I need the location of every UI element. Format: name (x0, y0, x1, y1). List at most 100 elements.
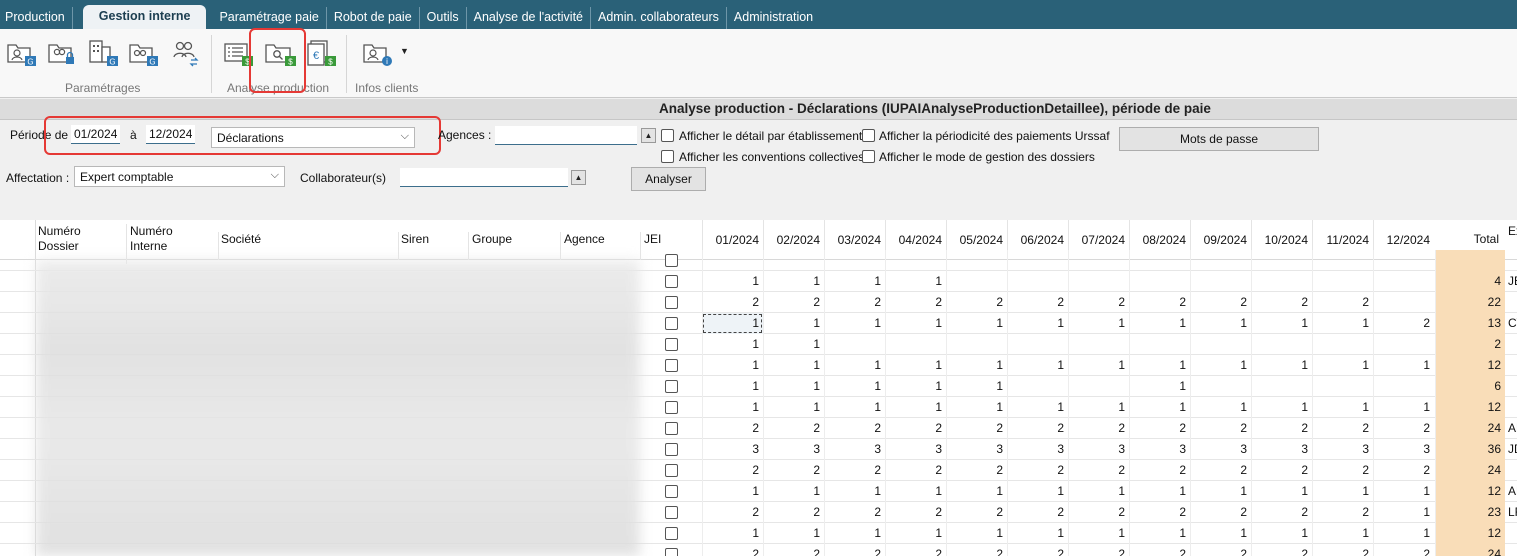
month-cell[interactable] (1312, 376, 1373, 397)
mode-gestion-checkbox[interactable] (862, 150, 875, 163)
month-cell[interactable]: 2 (946, 460, 1007, 481)
month-cell[interactable]: 3 (885, 439, 946, 460)
month-cell[interactable]: 1 (702, 334, 763, 355)
month-cell[interactable]: 1 (1068, 523, 1129, 544)
month-cell[interactable]: 1 (885, 271, 946, 292)
month-cell[interactable]: 2 (824, 292, 885, 313)
month-cell[interactable]: 1 (763, 334, 824, 355)
month-cell[interactable]: 2 (1312, 502, 1373, 523)
month-cell[interactable]: 2 (1312, 418, 1373, 439)
month-cell[interactable] (1129, 250, 1190, 271)
jei-checkbox[interactable] (665, 359, 678, 372)
month-cell[interactable]: 1 (946, 376, 1007, 397)
month-cell[interactable]: 1 (1251, 523, 1312, 544)
month-cell[interactable]: 1 (1068, 355, 1129, 376)
month-cell[interactable]: 1 (824, 313, 885, 334)
month-cell[interactable]: 1 (1129, 523, 1190, 544)
month-cell[interactable]: 2 (1068, 502, 1129, 523)
month-cell[interactable] (1068, 250, 1129, 271)
month-cell[interactable]: 2 (1312, 460, 1373, 481)
month-cell[interactable] (702, 250, 763, 271)
month-cell[interactable]: 2 (1190, 544, 1251, 556)
tab-analyse-activite[interactable]: Analyse de l'activité (467, 7, 592, 29)
jei-checkbox[interactable] (665, 254, 678, 267)
month-cell[interactable]: 1 (946, 355, 1007, 376)
month-cell[interactable] (1373, 376, 1434, 397)
month-cell[interactable]: 2 (1068, 544, 1129, 556)
month-cell[interactable]: 1 (1373, 481, 1434, 502)
month-cell[interactable]: 2 (1068, 292, 1129, 313)
month-cell[interactable]: 2 (824, 544, 885, 556)
month-cell[interactable]: 1 (1068, 397, 1129, 418)
month-cell[interactable]: 2 (1251, 418, 1312, 439)
month-cell[interactable]: 1 (1251, 397, 1312, 418)
jei-checkbox[interactable] (665, 443, 678, 456)
month-cell[interactable]: 3 (1129, 439, 1190, 460)
agences-picker-button[interactable]: ▲ (641, 128, 656, 143)
month-cell[interactable]: 1 (885, 481, 946, 502)
month-cell[interactable]: 2 (946, 418, 1007, 439)
month-cell[interactable]: 3 (1312, 439, 1373, 460)
month-cell[interactable]: 2 (1373, 460, 1434, 481)
month-cell[interactable]: 2 (1373, 544, 1434, 556)
month-cell[interactable]: 1 (763, 355, 824, 376)
month-cell[interactable] (1312, 271, 1373, 292)
month-cell[interactable]: 1 (763, 376, 824, 397)
month-cell[interactable]: 1 (885, 523, 946, 544)
month-cell[interactable]: 2 (1007, 544, 1068, 556)
month-cell[interactable]: 1 (885, 313, 946, 334)
month-cell[interactable]: 1 (1373, 397, 1434, 418)
month-cell[interactable]: 1 (1190, 313, 1251, 334)
month-cell[interactable] (1373, 334, 1434, 355)
month-cell[interactable]: 1 (1373, 502, 1434, 523)
month-cell[interactable]: 2 (1129, 292, 1190, 313)
jei-checkbox[interactable] (665, 317, 678, 330)
month-cell[interactable] (1373, 271, 1434, 292)
month-cell[interactable] (1251, 250, 1312, 271)
month-cell[interactable]: 1 (1312, 523, 1373, 544)
jei-checkbox[interactable] (665, 485, 678, 498)
month-cell[interactable]: 2 (763, 418, 824, 439)
month-cell[interactable]: 1 (1312, 397, 1373, 418)
month-cell[interactable]: 1 (1312, 313, 1373, 334)
month-cell[interactable]: 1 (946, 397, 1007, 418)
tab-parametrage-paie[interactable]: Paramétrage paie (212, 7, 327, 29)
month-cell[interactable]: 2 (885, 502, 946, 523)
month-cell[interactable]: 1 (1007, 313, 1068, 334)
collaborateur-picker-button[interactable]: ▲ (571, 170, 586, 185)
month-cell[interactable]: 1 (763, 481, 824, 502)
month-cell[interactable]: 2 (1251, 460, 1312, 481)
month-cell[interactable]: 2 (1190, 418, 1251, 439)
month-cell[interactable]: 2 (1190, 292, 1251, 313)
month-cell[interactable]: 3 (1068, 439, 1129, 460)
month-cell[interactable]: 2 (1251, 502, 1312, 523)
month-cell[interactable]: 1 (702, 481, 763, 502)
month-cell[interactable]: 1 (824, 376, 885, 397)
month-cell[interactable]: 2 (1251, 544, 1312, 556)
month-cell[interactable]: 1 (1190, 397, 1251, 418)
month-cell[interactable]: 1 (885, 355, 946, 376)
collaborateur-input[interactable] (400, 168, 568, 187)
month-cell[interactable]: 3 (824, 439, 885, 460)
month-cell[interactable]: 1 (946, 523, 1007, 544)
month-cell[interactable]: 1 (702, 376, 763, 397)
month-cell[interactable]: 3 (946, 439, 1007, 460)
tab-gestion-interne[interactable]: Gestion interne (82, 5, 207, 29)
month-cell[interactable] (885, 334, 946, 355)
month-cell[interactable]: 1 (1007, 397, 1068, 418)
tab-administration[interactable]: Administration (727, 7, 820, 29)
jei-checkbox[interactable] (665, 506, 678, 519)
month-cell[interactable]: 1 (824, 523, 885, 544)
agences-input[interactable] (495, 126, 637, 145)
month-cell[interactable]: 1 (824, 397, 885, 418)
month-cell[interactable]: 2 (1373, 313, 1434, 334)
jei-checkbox[interactable] (665, 275, 678, 288)
month-cell[interactable]: 2 (702, 418, 763, 439)
folder-user-info-icon[interactable]: i (362, 37, 398, 67)
month-cell[interactable]: 1 (1251, 355, 1312, 376)
month-cell[interactable]: 2 (1251, 292, 1312, 313)
month-cell[interactable]: 1 (1129, 376, 1190, 397)
month-cell[interactable] (1007, 271, 1068, 292)
month-cell[interactable]: 2 (702, 460, 763, 481)
month-cell[interactable] (1251, 334, 1312, 355)
